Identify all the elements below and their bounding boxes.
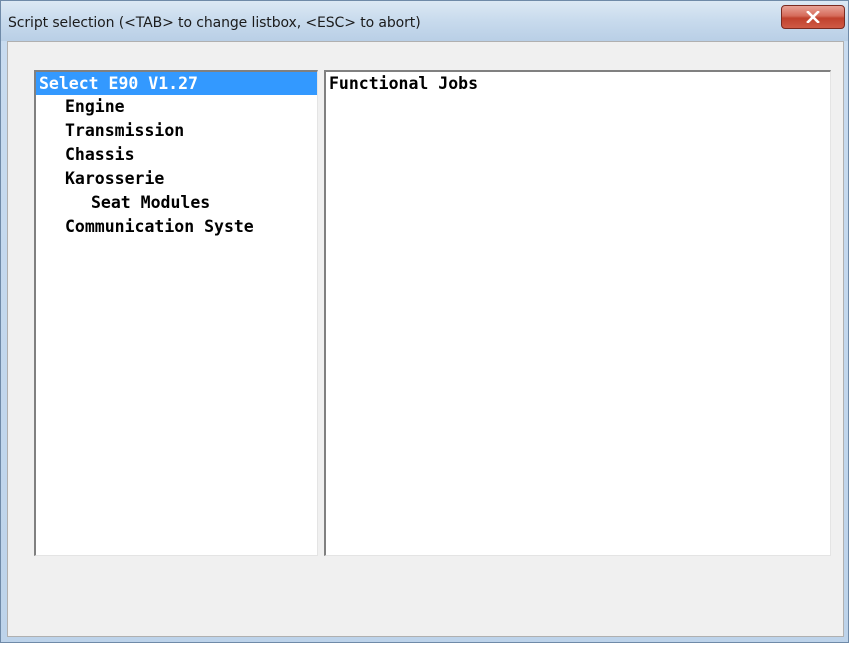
script-list-item-transmission[interactable]: Transmission bbox=[65, 119, 184, 142]
job-list-item-functional-jobs[interactable]: Functional Jobs bbox=[329, 72, 478, 95]
close-icon bbox=[806, 11, 820, 23]
script-list-item-communication-systems[interactable]: Communication Syste bbox=[65, 215, 254, 238]
window-title: Script selection (<TAB> to change listbo… bbox=[8, 15, 421, 31]
job-listbox[interactable]: Functional Jobs bbox=[324, 70, 831, 556]
dialog-body: Select E90 V1.27 Engine Transmission Cha… bbox=[7, 41, 844, 637]
close-button[interactable] bbox=[781, 5, 845, 29]
script-list-item-chassis[interactable]: Chassis bbox=[65, 143, 135, 166]
title-bar[interactable]: Script selection (<TAB> to change listbo… bbox=[1, 1, 848, 41]
script-list-item-seat-modules[interactable]: Seat Modules bbox=[91, 191, 210, 214]
script-list-item-select-e90[interactable]: Select E90 V1.27 bbox=[36, 72, 317, 95]
script-list-item-karosserie[interactable]: Karosserie bbox=[65, 167, 164, 190]
script-listbox[interactable]: Select E90 V1.27 Engine Transmission Cha… bbox=[34, 70, 318, 556]
script-list-item-engine[interactable]: Engine bbox=[65, 95, 125, 118]
script-selection-window: Script selection (<TAB> to change listbo… bbox=[0, 0, 849, 643]
